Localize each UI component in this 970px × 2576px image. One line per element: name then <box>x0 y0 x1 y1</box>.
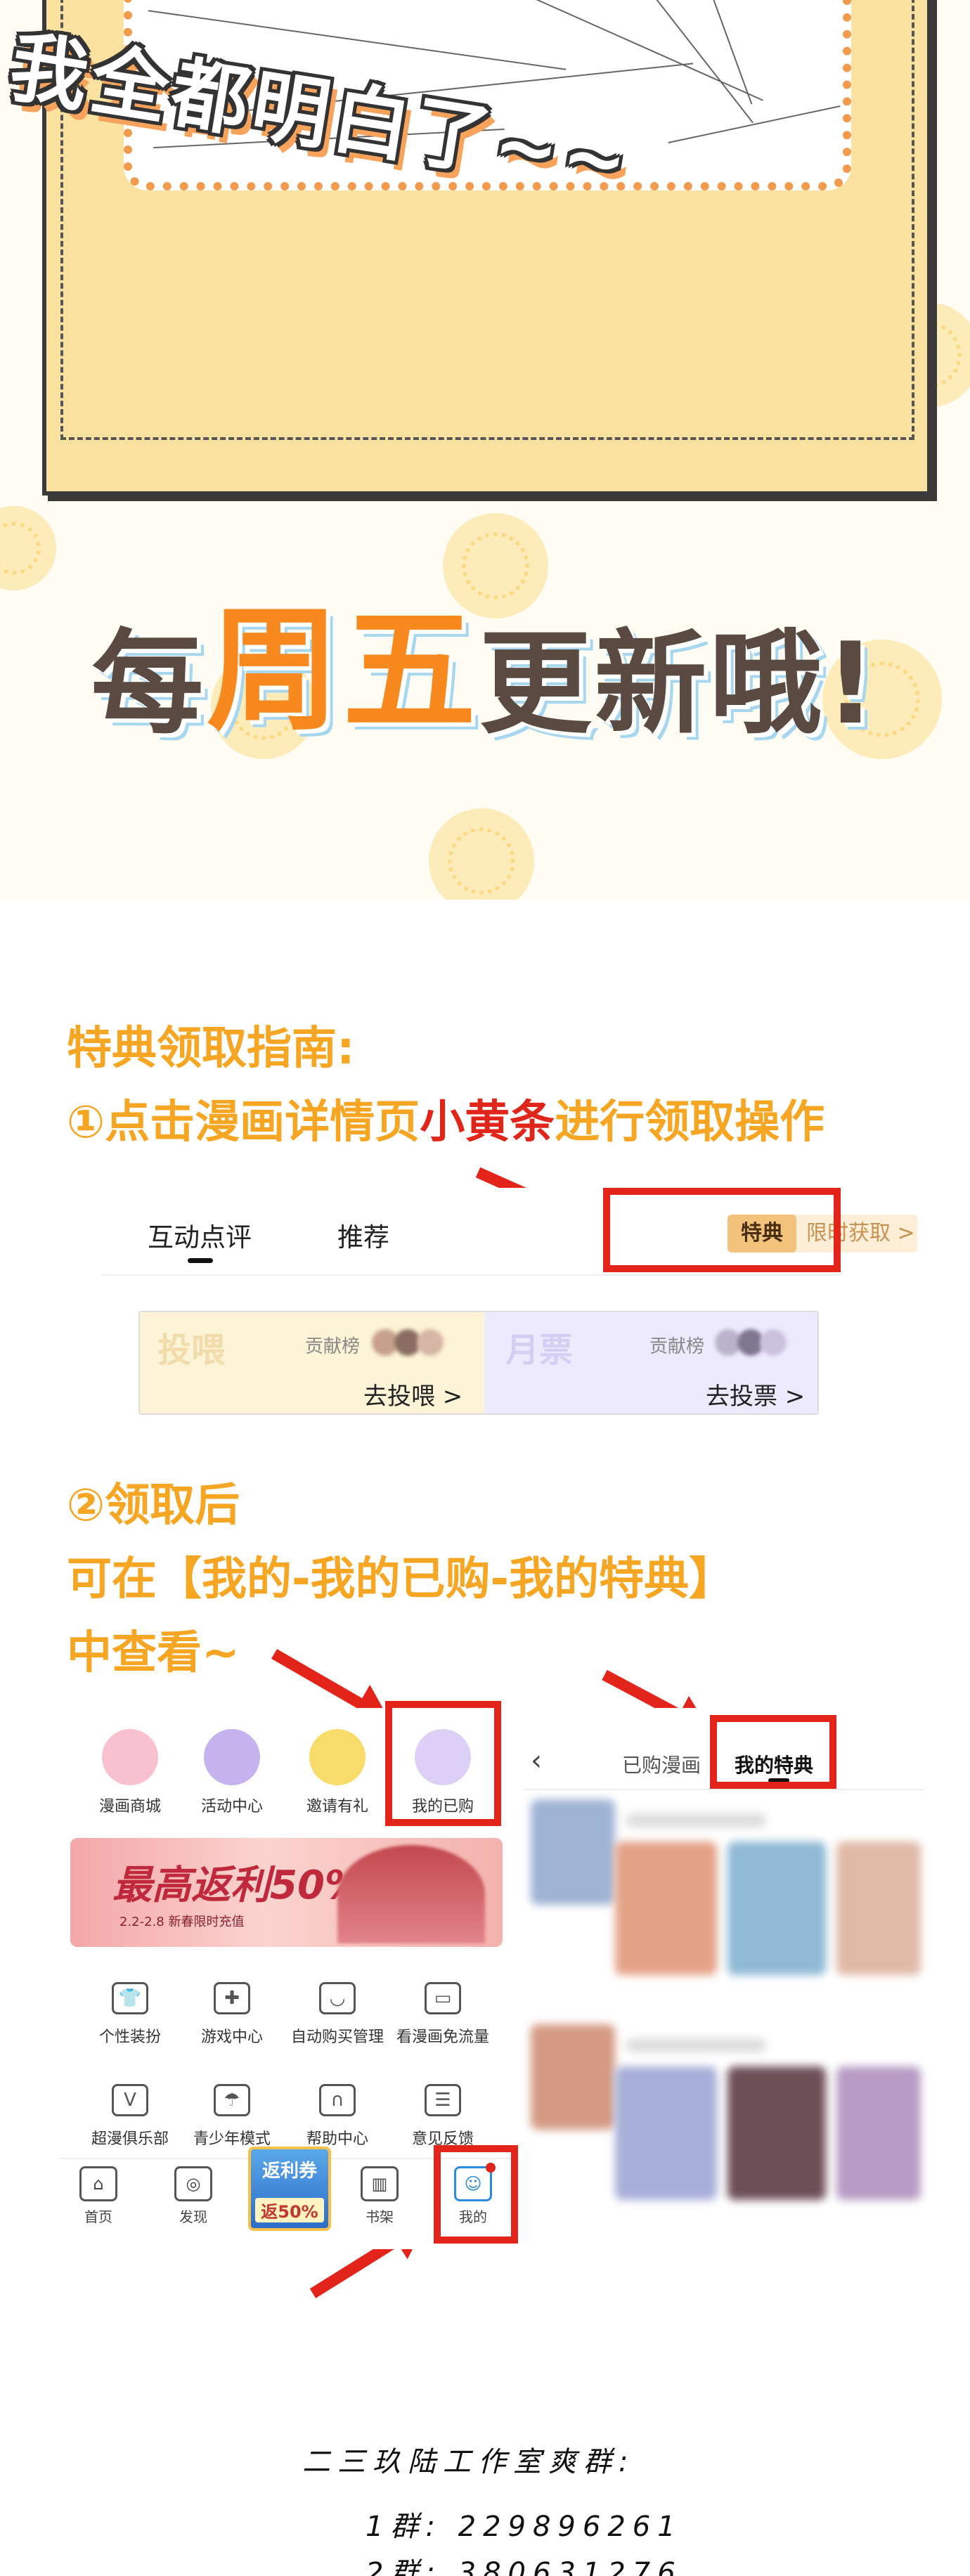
ticket-panel[interactable]: 月票 贡献榜 去投票 > <box>484 1312 817 1413</box>
avatar <box>760 1329 787 1356</box>
coupon-title: 返利券 <box>261 2161 317 2182</box>
vip-icon: V <box>112 2084 148 2116</box>
ticket-rank-label: 贡献榜 <box>649 1336 705 1357</box>
menu-label: 邀请有礼 <box>306 1798 368 1816</box>
home-icon: ⌂ <box>79 2166 117 2201</box>
umbrella-icon: ☂ <box>214 2084 250 2116</box>
blurred-card <box>615 1842 717 1975</box>
headset-icon: ∩ <box>319 2084 356 2116</box>
feed-ghost-text: 投喂 <box>157 1331 226 1370</box>
lemon-decoration <box>429 808 534 900</box>
group-1: 1群: 229896261 <box>366 2511 683 2543</box>
blurred-card <box>728 2066 826 2200</box>
menu-invite[interactable]: 邀请有礼 <box>285 1729 390 1816</box>
grid-label: 青少年模式 <box>193 2130 271 2148</box>
blurred-card <box>836 2066 921 2200</box>
highlight-box <box>603 1188 841 1272</box>
grid-item[interactable]: ✚ 游戏中心 <box>179 1982 285 2047</box>
feed-rank-label: 贡献榜 <box>305 1336 361 1357</box>
ticket-link[interactable]: 去投票 > <box>706 1377 805 1411</box>
grid-item[interactable]: ☰ 意见反馈 <box>390 2084 496 2149</box>
gift-icon <box>309 1729 366 1785</box>
blurred-thumbnail <box>531 2024 615 2130</box>
promo-subtitle: 2.2-2.8 新春限时充值 <box>119 1915 245 1929</box>
step1-prefix: ①点击漫画详情页 <box>67 1096 420 1148</box>
guide-title: 特典领取指南: <box>67 1023 355 1075</box>
back-icon[interactable]: ‹ <box>531 1745 542 1777</box>
guide-step2-line1: ②领取后 <box>67 1480 240 1532</box>
nav-discover[interactable]: ◎ 发现 <box>155 2166 232 2226</box>
step1-highlight: 小黄条 <box>420 1096 555 1148</box>
highlight-box <box>710 1715 836 1789</box>
divider <box>524 1789 924 1790</box>
group-title: 二三玖陆工作室爽群: <box>302 2446 635 2478</box>
grid-item[interactable]: ▭ 看漫画免流量 <box>390 1982 496 2047</box>
gamepad-icon: ✚ <box>214 1982 250 2014</box>
active-tab-indicator <box>188 1258 213 1263</box>
grid-item[interactable]: V 超漫俱乐部 <box>77 2084 183 2149</box>
promo-title: 最高返利50% <box>112 1863 365 1908</box>
nav-label: 发现 <box>179 2208 207 2225</box>
menu-label: 活动中心 <box>200 1798 263 1816</box>
step1-suffix: 进行领取操作 <box>555 1096 825 1148</box>
grid-label: 自动购买管理 <box>290 2028 384 2046</box>
blurred-card <box>836 1842 921 1975</box>
guide-step2-line3: 中查看~ <box>67 1627 240 1679</box>
tab-bought[interactable]: 已购漫画 <box>622 1750 701 1778</box>
promo-illustration <box>337 1845 485 1943</box>
nav-home[interactable]: ⌂ 首页 <box>60 2166 137 2226</box>
arrow-icon <box>271 1649 368 1711</box>
menu-label: 漫画商城 <box>98 1798 161 1816</box>
blurred-text <box>626 1813 766 1827</box>
compass-icon: ◎ <box>174 2166 212 2201</box>
avatar <box>417 1329 444 1356</box>
grid-label: 游戏中心 <box>200 2028 263 2046</box>
feedback-icon: ☰ <box>425 2084 461 2116</box>
update-prefix: 每 <box>91 618 207 749</box>
bag-icon: ◡ <box>319 1982 356 2014</box>
tab-comments[interactable]: 互动点评 <box>148 1216 252 1254</box>
blurred-card <box>728 1842 826 1975</box>
grid-label: 看漫画免流量 <box>396 2028 489 2046</box>
grid-label: 超漫俱乐部 <box>91 2130 169 2148</box>
grid-item[interactable]: ◡ 自动购买管理 <box>285 1982 390 2047</box>
feed-link[interactable]: 去投喂 > <box>363 1377 463 1411</box>
grid-item[interactable]: ∩ 帮助中心 <box>285 2084 390 2149</box>
blurred-thumbnail <box>531 1799 615 1905</box>
nav-bookshelf[interactable]: ▥ 书架 <box>341 2166 418 2226</box>
guide-step2-line2: 可在【我的-我的已购-我的特典】 <box>67 1553 735 1605</box>
nav-coupon-badge[interactable]: 返利券 返50% <box>248 2147 331 2231</box>
nav-label: 首页 <box>84 2208 112 2225</box>
menu-activity-center[interactable]: 活动中心 <box>179 1729 285 1816</box>
grid-item[interactable]: ☂ 青少年模式 <box>179 2084 285 2149</box>
blurred-card <box>615 2066 717 2200</box>
shop-icon <box>102 1729 158 1785</box>
activity-icon <box>204 1729 260 1785</box>
group-2: 2群: 380631276 <box>366 2557 683 2576</box>
grid-label: 个性装扮 <box>98 2028 161 2046</box>
nav-label: 书架 <box>366 2208 394 2225</box>
support-card: 投喂 贡献榜 去投喂 > 月票 贡献榜 去投票 > <box>138 1311 819 1415</box>
menu-comic-mall[interactable]: 漫画商城 <box>77 1729 183 1816</box>
update-day: 五 <box>342 593 479 749</box>
bookshelf-icon: ▥ <box>361 2166 399 2201</box>
header-art: 我全都明白了~~ 每周五更新哦! <box>0 0 970 900</box>
feed-panel[interactable]: 投喂 贡献榜 去投喂 > <box>140 1312 498 1413</box>
sim-card-icon: ▭ <box>425 1982 461 2014</box>
coupon-sub: 返50% <box>255 2198 324 2222</box>
update-week: 周 <box>206 593 343 749</box>
tab-recommend[interactable]: 推荐 <box>337 1216 389 1254</box>
shirt-icon: 👕 <box>112 1982 148 2014</box>
promo-banner[interactable]: 最高返利50% 2.2-2.8 新春限时充值 <box>70 1838 503 1947</box>
guide-step1: ①点击漫画详情页小黄条进行领取操作 <box>67 1086 824 1151</box>
grid-label: 帮助中心 <box>306 2130 368 2148</box>
ticket-ghost-text: 月票 <box>505 1331 574 1370</box>
update-schedule-banner: 每周五更新哦! <box>0 562 970 749</box>
blurred-text <box>626 2038 766 2052</box>
update-suffix: 更新哦! <box>479 618 879 749</box>
highlight-box <box>434 2145 518 2244</box>
highlight-box <box>385 1701 501 1826</box>
grid-item[interactable]: 👕 个性装扮 <box>77 1982 183 2047</box>
